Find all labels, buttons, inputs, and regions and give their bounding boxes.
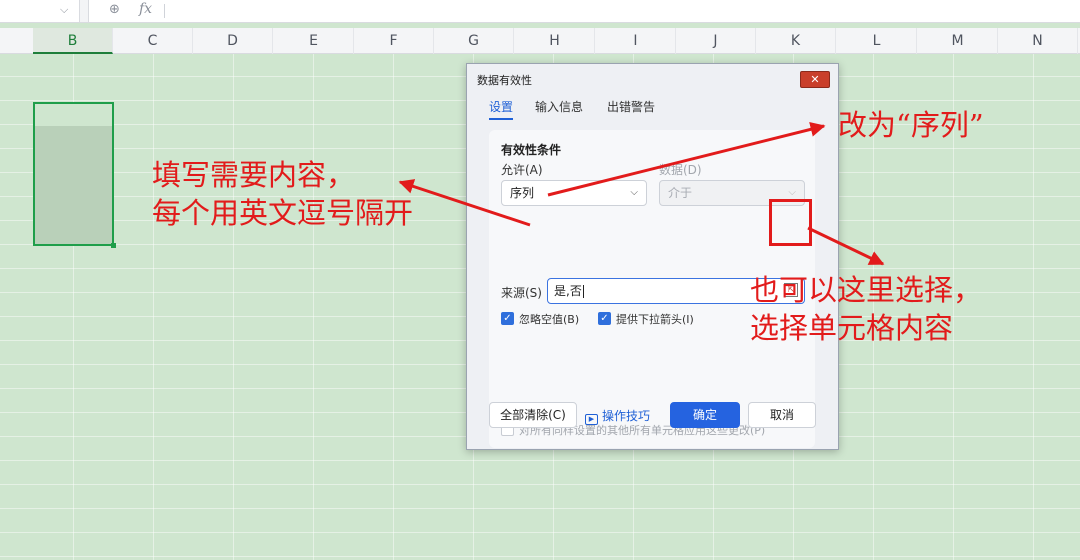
source-label: 来源(S): [501, 286, 542, 300]
column-header-g[interactable]: G: [434, 28, 514, 54]
allow-select[interactable]: 序列 ⌵: [501, 180, 647, 206]
column-header-k[interactable]: K: [756, 28, 836, 54]
fill-handle[interactable]: [111, 243, 116, 248]
formula-separator: [164, 4, 165, 18]
formula-bar: ⌵ ⊕ fx: [0, 0, 1080, 23]
dropdown-arrow-label[interactable]: 提供下拉箭头(I): [616, 311, 694, 327]
tab-input-message[interactable]: 输入信息: [535, 98, 583, 115]
tab-error-alert[interactable]: 出错警告: [607, 98, 655, 115]
column-header: B C D E F G H I J K L M N: [0, 28, 1080, 54]
cancel-button[interactable]: 取消: [748, 402, 816, 428]
chevron-down-icon: ⌵: [630, 187, 638, 198]
column-header-d[interactable]: D: [193, 28, 273, 54]
tab-settings[interactable]: 设置: [489, 98, 514, 120]
active-cell[interactable]: [35, 104, 112, 126]
data-validation-dialog: 数据有效性 ✕ 设置 输入信息 出错警告 有效性条件 允许(A) 序列 ⌵ 数据…: [466, 63, 839, 450]
annotation-select-here-line2: 选择单元格内容: [750, 311, 954, 345]
text-caret: [582, 285, 584, 298]
selected-cell-range[interactable]: [33, 102, 116, 248]
column-header-l[interactable]: L: [837, 28, 917, 54]
allow-select-value: 序列: [510, 186, 535, 200]
data-select-value: 介于: [668, 186, 693, 200]
play-icon: ▶: [585, 414, 598, 425]
formula-input[interactable]: ⊕ fx: [88, 0, 1080, 22]
data-label: 数据(D): [659, 163, 702, 177]
dialog-titlebar[interactable]: 数据有效性 ✕: [467, 64, 838, 94]
annotation-fill-content-line1: 填写需要内容，: [152, 158, 356, 192]
tips-link[interactable]: ▶ 操作技巧: [585, 407, 650, 425]
zoom-icon[interactable]: ⊕: [109, 2, 120, 17]
annotation-fill-content-line2: 每个用英文逗号隔开: [152, 196, 414, 230]
dropdown-arrow-checkbox[interactable]: ✓: [598, 312, 611, 325]
column-header-e[interactable]: E: [274, 28, 354, 54]
column-header-n[interactable]: N: [998, 28, 1078, 54]
column-header-c[interactable]: C: [113, 28, 193, 54]
column-header-b[interactable]: B: [33, 28, 113, 54]
chevron-down-icon[interactable]: ⌵: [60, 3, 68, 17]
column-header-h[interactable]: H: [515, 28, 595, 54]
ok-button[interactable]: 确定: [670, 402, 740, 428]
highlight-box: [769, 199, 812, 246]
column-header-m[interactable]: M: [918, 28, 998, 54]
ignore-blank-checkbox[interactable]: ✓: [501, 312, 514, 325]
annotation-select-here-line1: 也可以这里选择，: [750, 273, 983, 307]
annotation-change-to-sequence: 改为“序列”: [838, 108, 984, 142]
ignore-blank-label[interactable]: 忽略空值(B): [519, 311, 579, 327]
close-button[interactable]: ✕: [800, 71, 830, 88]
clear-all-button[interactable]: 全部清除(C): [489, 402, 577, 428]
allow-label: 允许(A): [501, 163, 543, 177]
column-header-i[interactable]: I: [596, 28, 676, 54]
section-title: 有效性条件: [501, 143, 562, 157]
source-input-value: 是,否: [554, 284, 582, 298]
column-header-j[interactable]: J: [676, 28, 756, 54]
column-header-f[interactable]: F: [354, 28, 434, 54]
dialog-title: 数据有效性: [477, 74, 532, 87]
name-box[interactable]: ⌵: [0, 0, 80, 22]
fx-icon[interactable]: fx: [139, 1, 152, 17]
tips-label: 操作技巧: [602, 409, 651, 423]
